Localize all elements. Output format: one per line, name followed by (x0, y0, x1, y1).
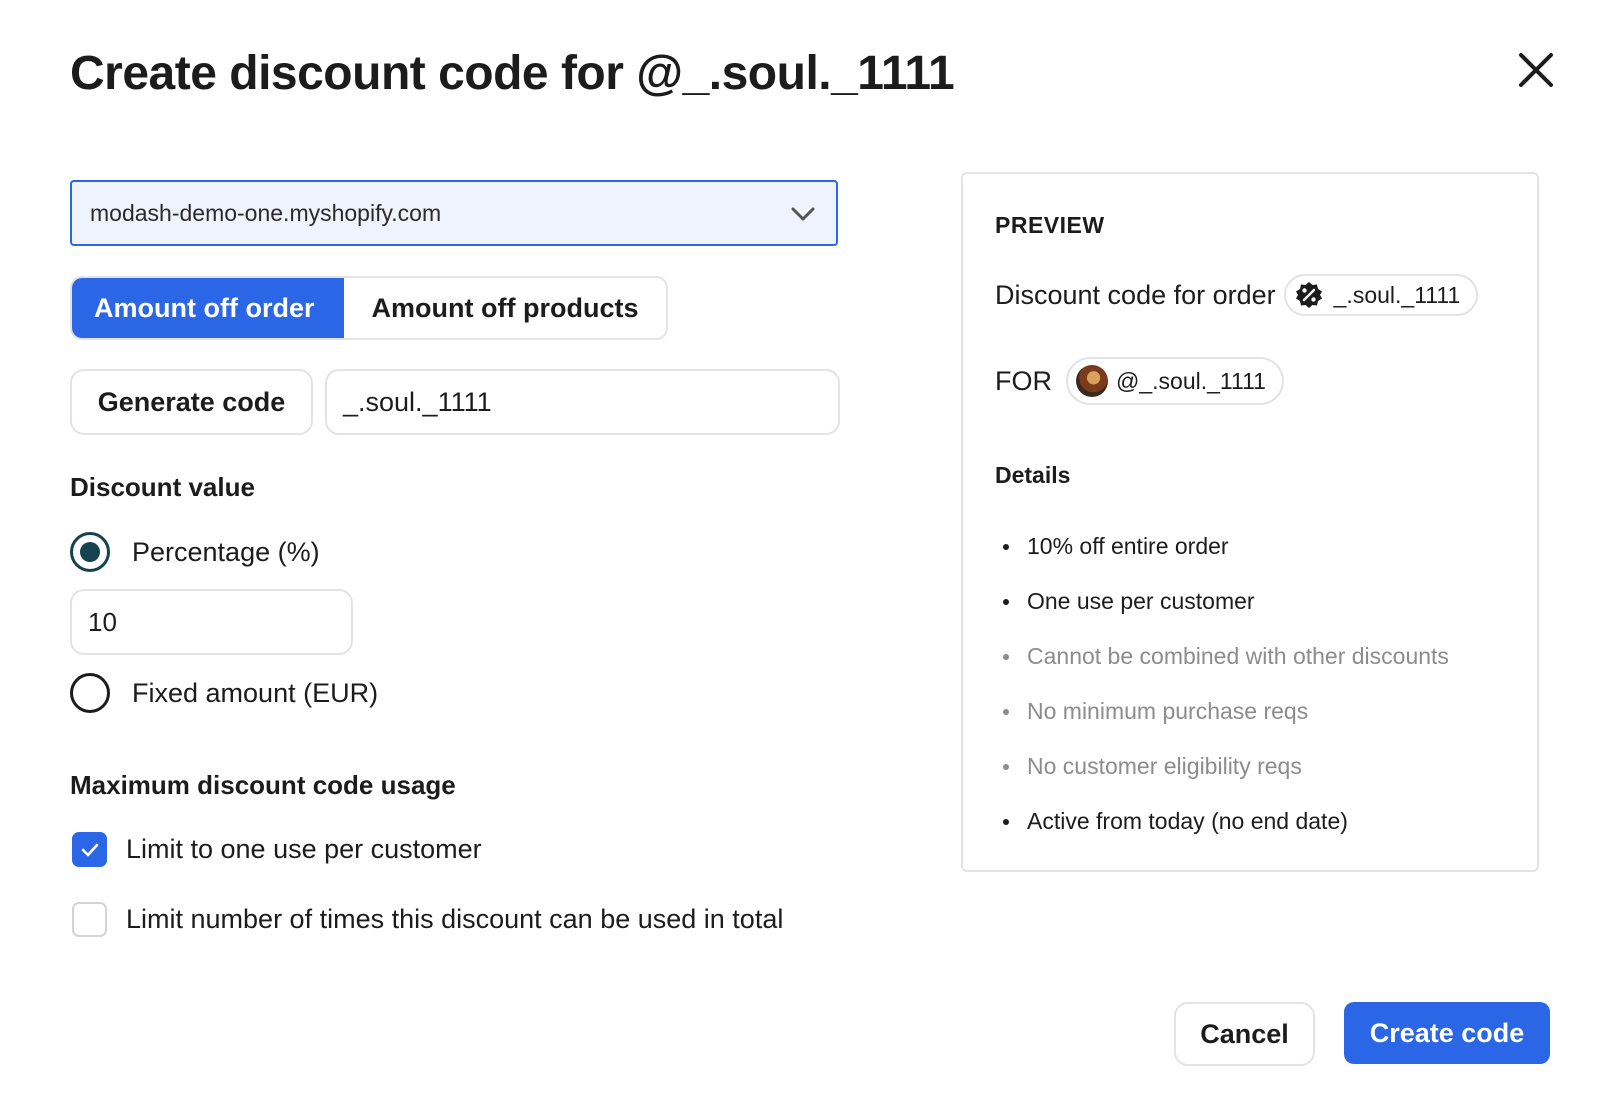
tab-amount-off-products[interactable]: Amount off products (344, 278, 666, 338)
store-select-value: modash-demo-one.myshopify.com (90, 199, 442, 226)
tab-amount-off-order[interactable]: Amount off order (72, 278, 344, 338)
usage-heading: Maximum discount code usage (70, 770, 456, 800)
discount-badge-icon (1294, 280, 1324, 310)
one-per-customer-label: Limit to one use per customer (126, 834, 482, 864)
preview-panel: PREVIEW Discount code for order _.soul._… (961, 172, 1539, 872)
create-discount-modal: Create discount code for @_.soul._1111 m… (0, 0, 1600, 1114)
preview-for-row: FOR @_.soul._1111 (995, 357, 1284, 405)
fixed-amount-radio-row[interactable]: Fixed amount (EUR) (70, 673, 378, 713)
percentage-radio-row[interactable]: Percentage (%) (70, 532, 320, 572)
list-item: One use per customer (1003, 587, 1449, 642)
preview-for-chip-text: @_.soul._1111 (1116, 367, 1266, 394)
list-item: Cannot be combined with other discounts (1003, 642, 1449, 697)
close-icon (1519, 53, 1553, 87)
modal-title: Create discount code for @_.soul._1111 (70, 47, 955, 100)
preview-for-chip: @_.soul._1111 (1066, 357, 1284, 405)
list-item: 10% off entire order (1003, 532, 1449, 587)
close-button[interactable] (1514, 48, 1558, 92)
discount-code-input[interactable]: _.soul._1111 (325, 369, 840, 435)
preview-code-label: Discount code for order (995, 279, 1276, 310)
preview-code-chip: _.soul._1111 (1283, 274, 1479, 316)
discount-type-tabs: Amount off order Amount off products (70, 276, 668, 340)
discount-value-heading: Discount value (70, 472, 255, 502)
fixed-amount-label: Fixed amount (EUR) (132, 677, 379, 708)
generate-code-button[interactable]: Generate code (70, 369, 313, 435)
preview-details-list: 10% off entire order One use per custome… (1003, 532, 1449, 862)
list-item: No minimum purchase reqs (1003, 697, 1449, 752)
list-item: No customer eligibility reqs (1003, 752, 1449, 807)
preview-code-chip-text: _.soul._1111 (1333, 281, 1461, 308)
total-limit-label: Limit number of times this discount can … (126, 904, 784, 934)
preview-heading: PREVIEW (995, 212, 1105, 238)
create-code-button[interactable]: Create code (1344, 1002, 1550, 1064)
one-per-customer-checkbox[interactable] (72, 832, 107, 867)
list-item: Active from today (no end date) (1003, 807, 1449, 862)
discount-code-value: _.soul._1111 (343, 386, 492, 417)
percentage-input[interactable]: 10 (70, 589, 353, 655)
total-limit-row[interactable]: Limit number of times this discount can … (72, 902, 783, 937)
cancel-button[interactable]: Cancel (1174, 1002, 1315, 1066)
preview-for-label: FOR (995, 365, 1052, 396)
percentage-radio[interactable] (70, 532, 110, 572)
check-icon (81, 843, 98, 856)
avatar (1076, 365, 1108, 397)
fixed-amount-radio[interactable] (70, 673, 110, 713)
preview-details-heading: Details (995, 462, 1071, 488)
store-select[interactable]: modash-demo-one.myshopify.com (70, 180, 838, 246)
preview-code-row: Discount code for order _.soul._1111 (995, 274, 1479, 316)
one-per-customer-row[interactable]: Limit to one use per customer (72, 832, 482, 867)
chevron-down-icon (791, 207, 815, 221)
percentage-value: 10 (88, 606, 117, 637)
percentage-label: Percentage (%) (132, 536, 320, 567)
total-limit-checkbox[interactable] (72, 902, 107, 937)
